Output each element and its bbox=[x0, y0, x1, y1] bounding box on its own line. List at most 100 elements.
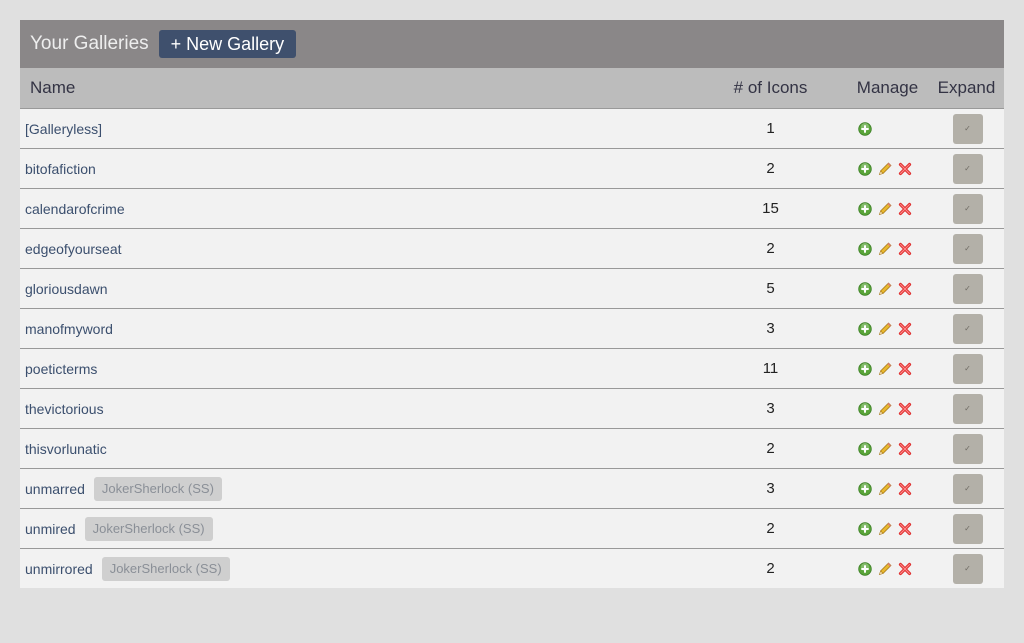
expand-cell: ✓ bbox=[929, 113, 1004, 144]
pencil-icon[interactable] bbox=[878, 402, 892, 416]
gallery-name-link[interactable]: unmired bbox=[25, 521, 76, 537]
x-icon[interactable] bbox=[898, 322, 912, 336]
pencil-icon[interactable] bbox=[878, 282, 892, 296]
checkmark-icon: ✓ bbox=[964, 564, 971, 573]
gallery-group-tag[interactable]: JokerSherlock (SS) bbox=[93, 476, 222, 501]
plus-circle-icon[interactable] bbox=[858, 321, 872, 336]
x-icon[interactable] bbox=[898, 442, 912, 456]
table-row: gloriousdawn 5 ✓ bbox=[20, 269, 1004, 309]
x-icon[interactable] bbox=[898, 362, 912, 376]
plus-circle-icon[interactable] bbox=[858, 281, 872, 296]
plus-circle-icon[interactable] bbox=[858, 241, 872, 256]
pencil-icon[interactable] bbox=[878, 362, 892, 376]
gallery-name-cell: edgeofyourseat bbox=[20, 241, 700, 257]
x-icon[interactable] bbox=[898, 522, 912, 536]
gallery-name-link[interactable]: unmirrored bbox=[25, 561, 93, 577]
pencil-icon[interactable] bbox=[878, 162, 892, 176]
gallery-name-cell: bitofafiction bbox=[20, 161, 700, 177]
expand-cell: ✓ bbox=[929, 513, 1004, 544]
plus-circle-icon[interactable] bbox=[858, 121, 872, 136]
x-icon[interactable] bbox=[898, 282, 912, 296]
pencil-icon[interactable] bbox=[878, 242, 892, 256]
gallery-name-link[interactable]: edgeofyourseat bbox=[25, 241, 122, 257]
icon-count: 5 bbox=[766, 280, 775, 297]
expand-button[interactable]: ✓ bbox=[952, 473, 983, 504]
manage-actions bbox=[831, 241, 929, 256]
manage-actions bbox=[831, 121, 929, 136]
gallery-name-cell: gloriousdawn bbox=[20, 281, 700, 297]
expand-cell: ✓ bbox=[929, 393, 1004, 424]
gallery-table-body: [Galleryless] 1 ✓ bitofafiction 2 ✓ calendarof… bbox=[20, 109, 1004, 588]
plus-circle-icon[interactable] bbox=[858, 161, 872, 176]
gallery-name-cell: unmirrored JokerSherlock (SS) bbox=[20, 556, 700, 581]
plus-circle-icon[interactable] bbox=[858, 521, 872, 536]
galleries-panel: Your Galleries + New Gallery Name # of I… bbox=[20, 20, 1004, 588]
gallery-group-tag[interactable]: JokerSherlock (SS) bbox=[101, 556, 230, 581]
expand-button[interactable]: ✓ bbox=[952, 393, 983, 424]
icon-count: 3 bbox=[766, 480, 775, 497]
column-header-name[interactable]: Name bbox=[20, 78, 700, 98]
new-gallery-button[interactable]: + New Gallery bbox=[158, 30, 297, 58]
plus-circle-icon[interactable] bbox=[858, 441, 872, 456]
pencil-icon[interactable] bbox=[878, 202, 892, 216]
column-header-count[interactable]: # of Icons bbox=[700, 78, 831, 98]
gallery-name-cell: calendarofcrime bbox=[20, 201, 700, 217]
table-header: Name # of Icons Manage Expand bbox=[20, 68, 1004, 109]
table-row: unmirrored JokerSherlock (SS) 2 ✓ bbox=[20, 549, 1004, 588]
table-row: poeticterms 11 ✓ bbox=[20, 349, 1004, 389]
checkmark-icon: ✓ bbox=[964, 444, 971, 453]
expand-cell: ✓ bbox=[929, 313, 1004, 344]
icon-count: 2 bbox=[766, 440, 775, 457]
expand-button[interactable]: ✓ bbox=[952, 153, 983, 184]
column-header-expand: Expand bbox=[937, 78, 996, 97]
gallery-name-cell: unmarred JokerSherlock (SS) bbox=[20, 476, 700, 501]
checkmark-icon: ✓ bbox=[964, 164, 971, 173]
table-row: bitofafiction 2 ✓ bbox=[20, 149, 1004, 189]
gallery-name-link[interactable]: poeticterms bbox=[25, 361, 97, 377]
x-icon[interactable] bbox=[898, 242, 912, 256]
expand-button[interactable]: ✓ bbox=[952, 233, 983, 264]
pencil-icon[interactable] bbox=[878, 482, 892, 496]
manage-actions bbox=[831, 441, 929, 456]
x-icon[interactable] bbox=[898, 162, 912, 176]
icon-count: 2 bbox=[766, 560, 775, 577]
pencil-icon[interactable] bbox=[878, 562, 892, 576]
expand-button[interactable]: ✓ bbox=[952, 433, 983, 464]
pencil-icon[interactable] bbox=[878, 322, 892, 336]
x-icon[interactable] bbox=[898, 202, 912, 216]
gallery-name-link[interactable]: manofmyword bbox=[25, 321, 113, 337]
plus-circle-icon[interactable] bbox=[858, 561, 872, 576]
pencil-icon[interactable] bbox=[878, 442, 892, 456]
checkmark-icon: ✓ bbox=[964, 364, 971, 373]
checkmark-icon: ✓ bbox=[964, 484, 971, 493]
table-row: thevictorious 3 ✓ bbox=[20, 389, 1004, 429]
expand-button[interactable]: ✓ bbox=[952, 313, 983, 344]
plus-circle-icon[interactable] bbox=[858, 361, 872, 376]
expand-button[interactable]: ✓ bbox=[952, 273, 983, 304]
column-header-manage: Manage bbox=[856, 78, 919, 97]
expand-button[interactable]: ✓ bbox=[952, 513, 983, 544]
galleries-titlebar: Your Galleries + New Gallery bbox=[20, 20, 1004, 68]
expand-button[interactable]: ✓ bbox=[952, 353, 983, 384]
table-row: edgeofyourseat 2 ✓ bbox=[20, 229, 1004, 269]
gallery-group-tag[interactable]: JokerSherlock (SS) bbox=[84, 516, 213, 541]
plus-circle-icon[interactable] bbox=[858, 201, 872, 216]
x-icon[interactable] bbox=[898, 402, 912, 416]
expand-button[interactable]: ✓ bbox=[952, 193, 983, 224]
gallery-name-link[interactable]: bitofafiction bbox=[25, 161, 96, 177]
gallery-name-link[interactable]: calendarofcrime bbox=[25, 201, 125, 217]
gallery-name-link[interactable]: [Galleryless] bbox=[25, 121, 102, 137]
pencil-icon[interactable] bbox=[878, 522, 892, 536]
plus-circle-icon[interactable] bbox=[858, 401, 872, 416]
gallery-name-link[interactable]: thevictorious bbox=[25, 401, 104, 417]
checkmark-icon: ✓ bbox=[964, 524, 971, 533]
plus-circle-icon[interactable] bbox=[858, 481, 872, 496]
gallery-name-link[interactable]: unmarred bbox=[25, 481, 85, 497]
expand-button[interactable]: ✓ bbox=[952, 553, 983, 584]
gallery-name-link[interactable]: thisvorlunatic bbox=[25, 441, 107, 457]
gallery-name-link[interactable]: gloriousdawn bbox=[25, 281, 108, 297]
checkmark-icon: ✓ bbox=[964, 404, 971, 413]
x-icon[interactable] bbox=[898, 562, 912, 576]
expand-button[interactable]: ✓ bbox=[952, 113, 983, 144]
x-icon[interactable] bbox=[898, 482, 912, 496]
